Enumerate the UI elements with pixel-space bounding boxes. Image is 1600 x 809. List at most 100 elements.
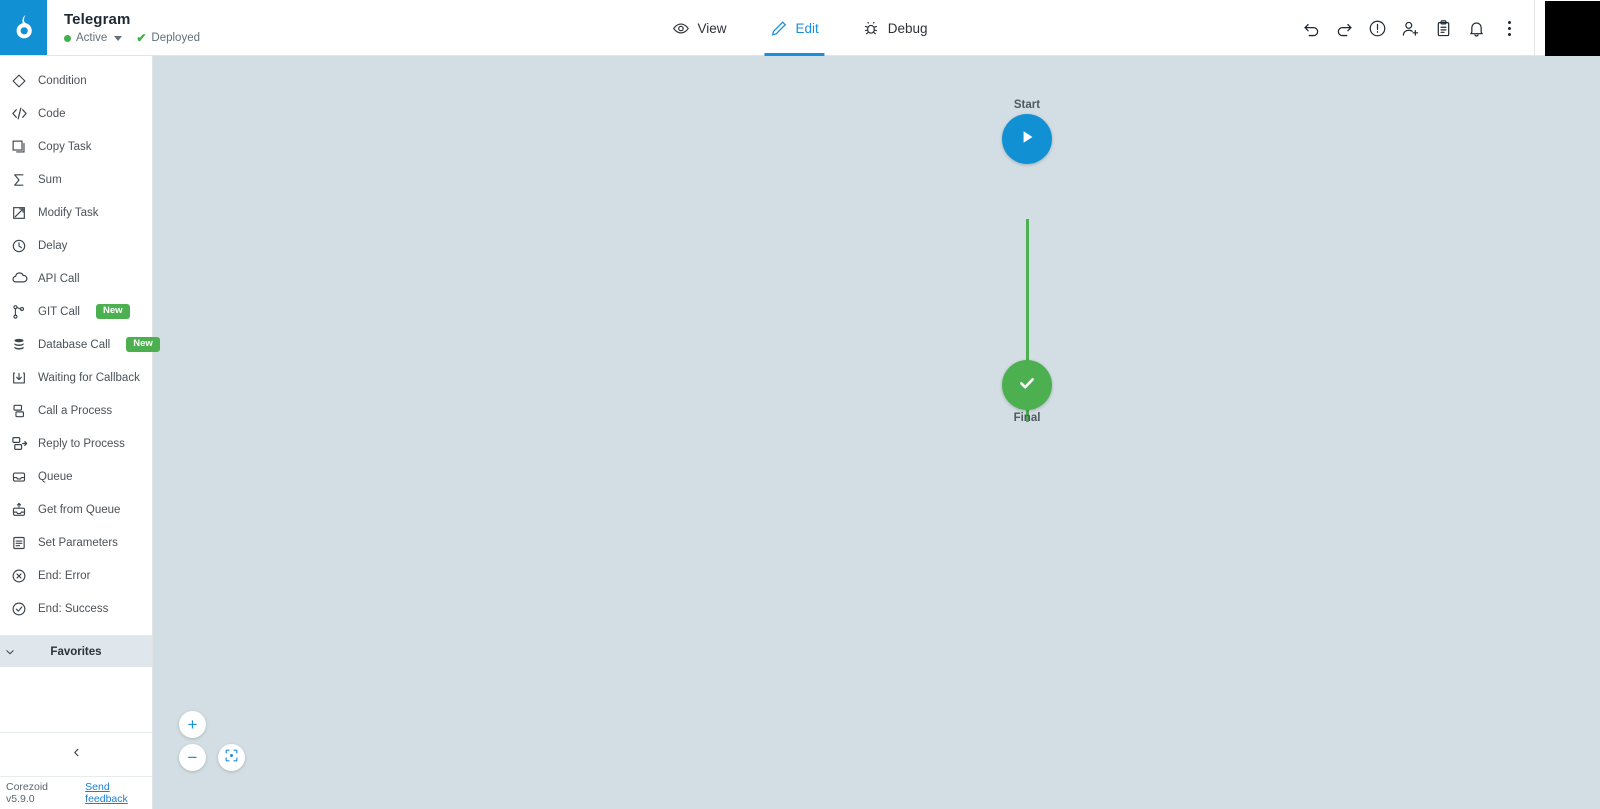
node-label-final: Final bbox=[1013, 412, 1041, 424]
favorites-section-header[interactable]: Favorites bbox=[0, 635, 152, 667]
sidebar-item-label: Waiting for Callback bbox=[38, 371, 140, 384]
badge-new: New bbox=[126, 337, 160, 352]
status-dot-icon bbox=[64, 34, 71, 42]
undo-icon[interactable] bbox=[1295, 0, 1328, 56]
sidebar-item-database-call[interactable]: Database Call New bbox=[0, 328, 160, 361]
sidebar-item-label: Reply to Process bbox=[38, 437, 125, 450]
check-icon bbox=[1015, 371, 1039, 400]
top-bar-actions bbox=[1295, 0, 1600, 56]
sidebar-item-label: Code bbox=[38, 107, 66, 120]
eye-icon bbox=[672, 20, 689, 37]
sidebar-item-label: Database Call bbox=[38, 338, 111, 351]
sidebar-item-label: Modify Task bbox=[38, 206, 99, 219]
process-title-block: Telegram Active ✔ Deployed bbox=[47, 0, 200, 55]
sidebar-item-label: Delay bbox=[38, 239, 68, 252]
sidebar-item-condition[interactable]: Condition bbox=[0, 64, 152, 97]
code-icon bbox=[10, 105, 28, 123]
sidebar-item-label: API Call bbox=[38, 272, 80, 285]
redo-icon[interactable] bbox=[1328, 0, 1361, 56]
corezoid-logo-icon[interactable] bbox=[0, 0, 47, 55]
sidebar-item-queue[interactable]: Queue bbox=[0, 460, 152, 493]
download-box-icon bbox=[10, 369, 28, 387]
status-row: Active ✔ Deployed bbox=[64, 32, 200, 44]
node-type-list: Condition Code Copy Task Sum Modify Task… bbox=[0, 56, 160, 625]
favorites-label: Favorites bbox=[50, 645, 102, 658]
flow-diagram: Start Final bbox=[153, 56, 1600, 809]
sidebar-item-sum[interactable]: Sum bbox=[0, 163, 152, 196]
fit-screen-button[interactable] bbox=[218, 744, 245, 771]
fit-screen-icon bbox=[224, 748, 239, 768]
bell-icon[interactable] bbox=[1460, 0, 1493, 56]
top-bar: Telegram Active ✔ Deployed View Edit Deb… bbox=[0, 0, 1600, 56]
sidebar-item-label: Set Parameters bbox=[38, 536, 118, 549]
sidebar-item-set-parameters[interactable]: Set Parameters bbox=[0, 526, 152, 559]
flow-canvas[interactable]: Start Final + − bbox=[153, 56, 1600, 809]
badge-new: New bbox=[95, 304, 130, 319]
pencil-icon bbox=[770, 20, 787, 37]
favorites-list bbox=[0, 667, 152, 732]
flow-node-final[interactable] bbox=[1002, 360, 1052, 410]
tab-edit[interactable]: Edit bbox=[764, 0, 826, 56]
kebab-dots bbox=[1508, 20, 1511, 36]
check-circle-icon bbox=[10, 600, 28, 618]
sidebar-item-label: Call a Process bbox=[38, 404, 113, 417]
database-icon bbox=[10, 336, 28, 354]
sidebar-item-label: Copy Task bbox=[38, 140, 92, 153]
sidebar-item-end-error[interactable]: End: Error bbox=[0, 559, 152, 592]
play-icon bbox=[1016, 126, 1038, 153]
alert-circle-icon[interactable] bbox=[1361, 0, 1394, 56]
zoom-in-button[interactable]: + bbox=[179, 711, 206, 738]
status-dropdown[interactable]: Active bbox=[64, 32, 123, 44]
view-mode-tabs: View Edit Debug bbox=[668, 0, 931, 56]
sigma-icon bbox=[10, 171, 28, 189]
x-circle-icon bbox=[10, 567, 28, 585]
add-user-icon[interactable] bbox=[1394, 0, 1427, 56]
sidebar-item-api-call[interactable]: API Call bbox=[0, 262, 152, 295]
node-label-start: Start bbox=[1013, 99, 1041, 111]
sidebar-item-label: Queue bbox=[38, 470, 73, 483]
sidebar-item-waiting-for-callback[interactable]: Waiting for Callback bbox=[0, 361, 152, 394]
zoom-out-button[interactable]: − bbox=[179, 744, 206, 771]
sidebar-item-label: Condition bbox=[38, 74, 87, 87]
sidebar-item-git-call[interactable]: GIT Call New bbox=[0, 295, 152, 328]
git-branch-icon bbox=[10, 303, 28, 321]
sidebar-item-label: End: Error bbox=[38, 569, 91, 582]
more-vertical-icon[interactable] bbox=[1493, 0, 1526, 56]
bug-icon bbox=[863, 20, 880, 37]
toolbar-divider bbox=[1534, 0, 1535, 56]
set-parameters-icon bbox=[10, 534, 28, 552]
node-palette-sidebar: Condition Code Copy Task Sum Modify Task… bbox=[0, 56, 160, 809]
sidebar-footer: Corezoid v5.9.0 Send feedback bbox=[0, 776, 152, 809]
chevron-down-icon bbox=[114, 35, 123, 41]
minus-icon: − bbox=[187, 748, 198, 767]
clock-icon bbox=[10, 237, 28, 255]
chevron-left-icon bbox=[70, 746, 83, 764]
send-feedback-link[interactable]: Send feedback bbox=[85, 781, 152, 805]
sidebar-item-copy-task[interactable]: Copy Task bbox=[0, 130, 152, 163]
get-from-queue-icon bbox=[10, 501, 28, 519]
check-icon: ✔ bbox=[136, 31, 147, 45]
sidebar-item-label: GIT Call bbox=[38, 305, 80, 318]
sidebar-item-label: Sum bbox=[38, 173, 62, 186]
queue-icon bbox=[10, 468, 28, 486]
avatar[interactable] bbox=[1545, 0, 1600, 56]
clipboard-icon[interactable] bbox=[1427, 0, 1460, 56]
sidebar-item-delay[interactable]: Delay bbox=[0, 229, 152, 262]
sidebar-item-modify-task[interactable]: Modify Task bbox=[0, 196, 152, 229]
tab-debug-label: Debug bbox=[887, 20, 928, 36]
sidebar-item-get-from-queue[interactable]: Get from Queue bbox=[0, 493, 152, 526]
version-label: Corezoid v5.9.0 bbox=[6, 781, 49, 805]
sidebar-item-call-a-process[interactable]: Call a Process bbox=[0, 394, 152, 427]
sidebar-item-code[interactable]: Code bbox=[0, 97, 152, 130]
deploy-label: Deployed bbox=[151, 32, 200, 44]
diamond-icon bbox=[10, 72, 28, 90]
tab-debug[interactable]: Debug bbox=[859, 0, 932, 56]
sidebar-item-end-success[interactable]: End: Success bbox=[0, 592, 152, 625]
collapse-sidebar-button[interactable] bbox=[0, 732, 152, 776]
copy-task-icon bbox=[10, 138, 28, 156]
flow-node-start[interactable] bbox=[1002, 114, 1052, 164]
call-process-icon bbox=[10, 402, 28, 420]
application-window: Telegram Active ✔ Deployed View Edit Deb… bbox=[0, 0, 1600, 809]
tab-view[interactable]: View bbox=[668, 0, 730, 56]
sidebar-item-reply-to-process[interactable]: Reply to Process bbox=[0, 427, 152, 460]
